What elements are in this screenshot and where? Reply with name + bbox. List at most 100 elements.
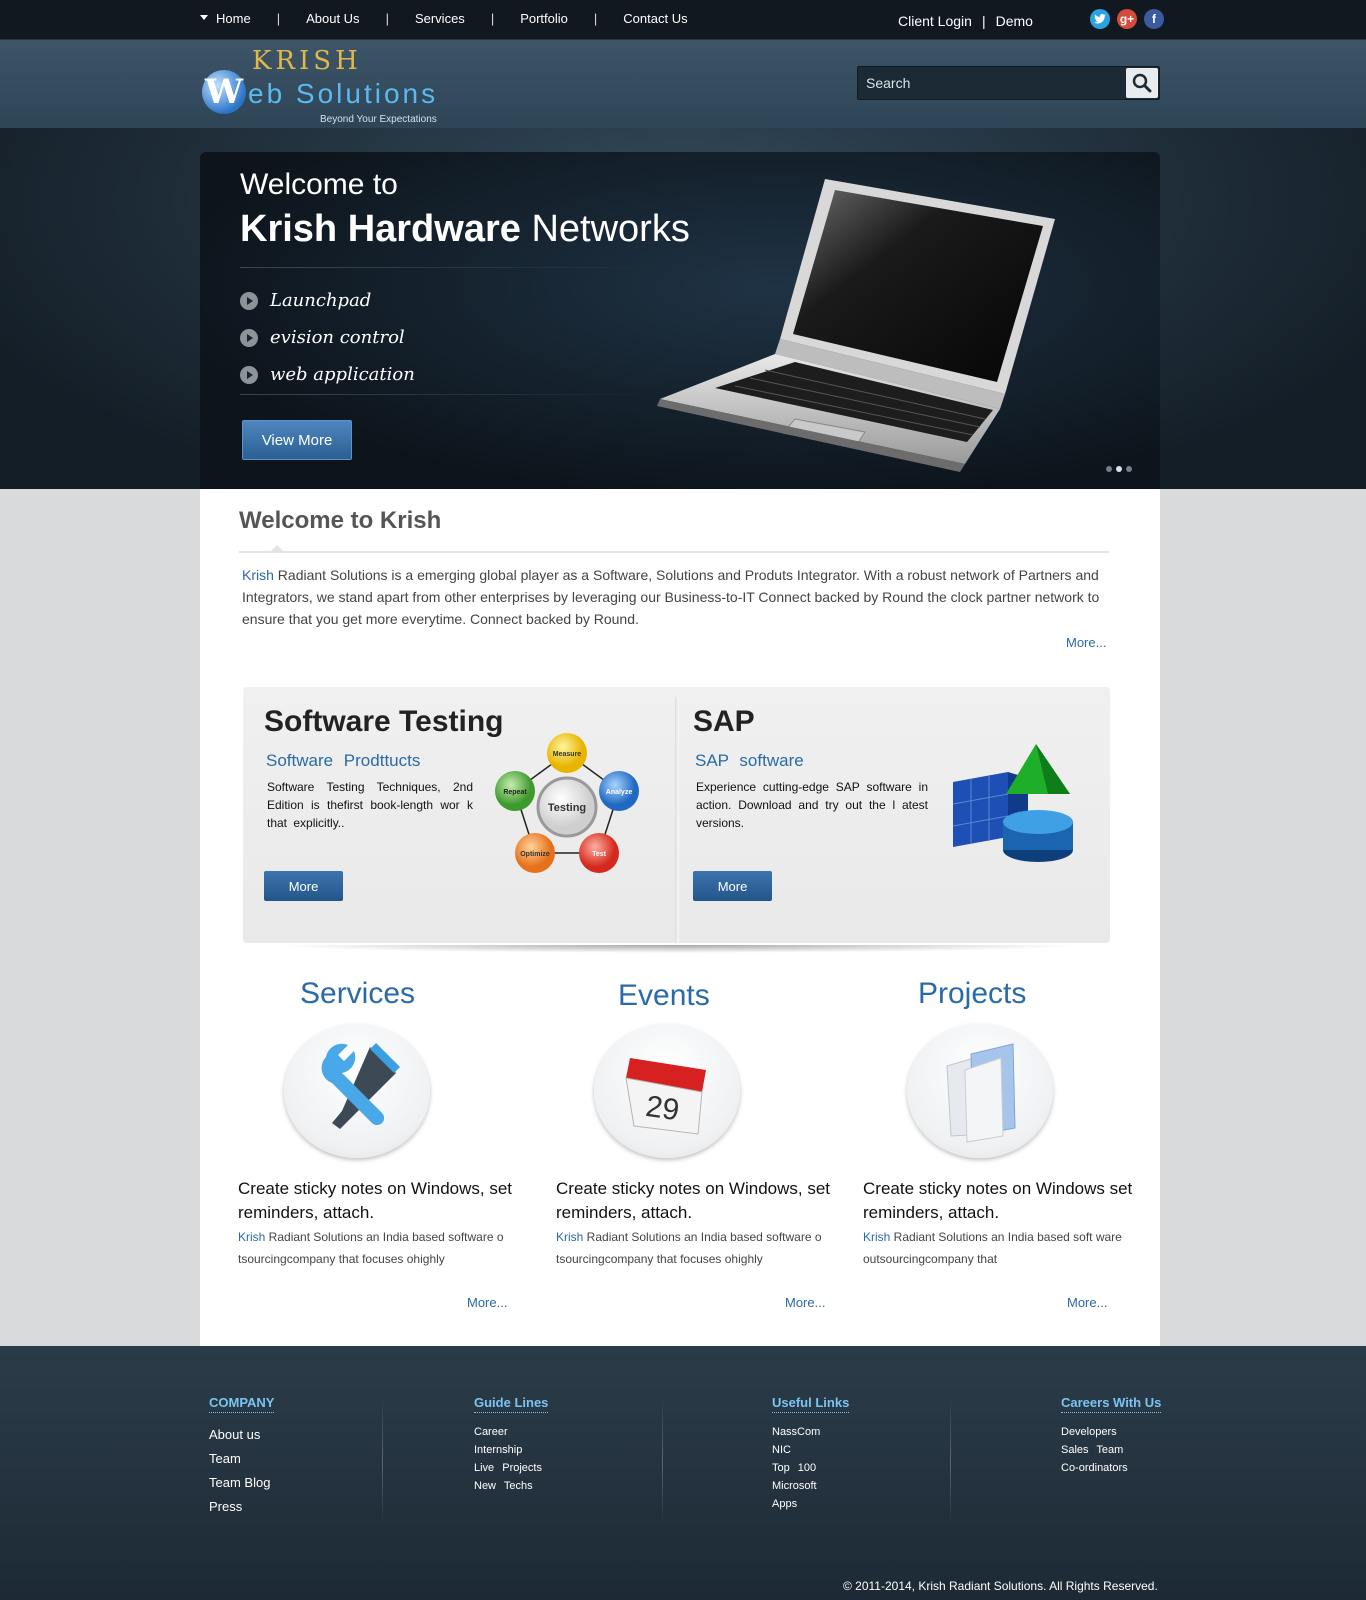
- slide-dot[interactable]: [1126, 466, 1132, 472]
- slider-feature-item: web application: [240, 356, 415, 393]
- footer-careers: Careers With Us Developers Sales Team Co…: [1061, 1394, 1162, 1477]
- search-box: [857, 66, 1160, 100]
- testing-cycle-diagram: Testing Measure Analyze Test Optimize Re…: [495, 733, 639, 873]
- logo-krish-text: KRISH: [252, 46, 362, 76]
- services-text: Krish Radiant Solutions an India based s…: [238, 1226, 528, 1270]
- footer-separator: [662, 1396, 663, 1526]
- main-menu: Home | About Us | Services | Portfolio |…: [200, 11, 688, 26]
- footer-link[interactable]: Team: [209, 1447, 274, 1471]
- nav-home[interactable]: Home: [216, 11, 251, 26]
- projects-text: Krish Radiant Solutions an India based s…: [863, 1226, 1153, 1270]
- software-testing-more-button[interactable]: More: [264, 871, 343, 901]
- footer-company: COMPANY About us Team Team Blog Press: [209, 1394, 275, 1519]
- nav-contact-us[interactable]: Contact Us: [623, 11, 687, 26]
- logo-w-badge: W: [202, 70, 246, 114]
- footer-link[interactable]: NassCom: [772, 1423, 849, 1441]
- footer-link[interactable]: New Techs: [474, 1477, 548, 1495]
- services-heading: Create sticky notes on Windows, set remi…: [238, 1179, 513, 1222]
- sap-database-icon: [952, 744, 1073, 862]
- site-footer: COMPANY About us Team Team Blog Press Gu…: [0, 1346, 1366, 1600]
- events-text-body: Radiant Solutions an India based softwar…: [556, 1230, 822, 1266]
- services-more-link[interactable]: More...: [467, 1295, 507, 1310]
- slider-welcome: Welcome to: [240, 168, 398, 201]
- footer-separator: [382, 1396, 383, 1526]
- projects-text-lead: Krish: [863, 1230, 891, 1244]
- search-input[interactable]: [858, 67, 1120, 99]
- diagram-node-measure: Measure: [553, 751, 582, 758]
- events-heading: Create sticky notes on Windows, set remi…: [556, 1179, 831, 1222]
- site-logo[interactable]: KRISH W eb Solutions Beyond Your Expecta…: [202, 46, 462, 125]
- footer-link[interactable]: NIC: [772, 1441, 849, 1459]
- software-testing-subtitle: Software Prodttucts: [266, 751, 421, 770]
- menu-caret-icon: [200, 15, 208, 20]
- sap-text: Experience cutting-edge SAP software in …: [696, 780, 928, 830]
- view-more-button[interactable]: View More: [242, 420, 352, 460]
- slide-dot[interactable]: [1106, 466, 1112, 472]
- footer-link[interactable]: Team Blog: [209, 1471, 274, 1495]
- footer-link[interactable]: Live Projects: [474, 1459, 548, 1477]
- logo-tagline: Beyond Your Expectations: [320, 114, 437, 125]
- footer-guidelines: Guide Lines Career Internship Live Proje…: [474, 1394, 549, 1495]
- footer-link[interactable]: Career: [474, 1423, 548, 1441]
- calendar-icon: 29: [625, 1058, 706, 1135]
- events-more-link[interactable]: More...: [785, 1295, 825, 1310]
- laptop-image: [657, 179, 1055, 472]
- nav-separator: |: [276, 11, 281, 26]
- services-text-lead: Krish: [238, 1230, 266, 1244]
- footer-link[interactable]: Press: [209, 1495, 274, 1519]
- search-button[interactable]: [1126, 68, 1158, 98]
- footer-link[interactable]: Developers: [1061, 1423, 1161, 1441]
- nav-separator: |: [593, 11, 598, 26]
- footer-link[interactable]: Apps: [772, 1495, 849, 1513]
- facebook-icon[interactable]: f: [1144, 9, 1164, 29]
- sap-more-button[interactable]: More: [693, 871, 772, 901]
- google-plus-icon[interactable]: g+: [1117, 9, 1137, 29]
- footer-link[interactable]: Co-ordinators: [1061, 1459, 1161, 1477]
- diagram-node-repeat: Repeat: [503, 789, 527, 796]
- feature-cards: Software Testing Software Prodttucts Sof…: [243, 687, 1110, 953]
- sap-subtitle: SAP software: [695, 751, 804, 770]
- arrow-bullet-icon: [240, 291, 258, 310]
- slider-feature-label: Launchpad: [270, 290, 372, 311]
- projects-icon-circle[interactable]: [907, 1024, 1053, 1158]
- welcome-more-link[interactable]: More...: [1066, 635, 1106, 650]
- footer-link[interactable]: About us: [209, 1423, 274, 1447]
- projects-more-link[interactable]: More...: [1067, 1295, 1107, 1310]
- nav-separator: |: [490, 11, 495, 26]
- footer-link[interactable]: Sales Team: [1061, 1441, 1161, 1459]
- events-text: Krish Radiant Solutions an India based s…: [556, 1226, 846, 1270]
- card-divider: [675, 697, 679, 943]
- diagram-node-analyze: Analyze: [606, 789, 633, 796]
- slider-feature-list: Launchpad evision control web applicatio…: [240, 282, 415, 393]
- events-icon-circle[interactable]: 29: [594, 1024, 740, 1158]
- footer-link[interactable]: Microsoft: [772, 1477, 849, 1495]
- slide-dot-active[interactable]: [1116, 466, 1122, 472]
- client-login-link[interactable]: Client Login: [898, 13, 972, 29]
- tools-icon: [321, 1043, 400, 1129]
- nav-services[interactable]: Services: [415, 11, 465, 26]
- nav-about-us[interactable]: About Us: [306, 11, 359, 26]
- services-title: Services: [300, 977, 416, 1010]
- slider-title: Krish Hardware Networks: [240, 208, 690, 251]
- footer-link[interactable]: Top 100: [772, 1459, 849, 1477]
- slider-title-bold: Krish Hardware: [240, 208, 521, 250]
- nav-separator: |: [385, 11, 389, 26]
- events-text-lead: Krish: [556, 1230, 584, 1244]
- calendar-day: 29: [644, 1090, 682, 1127]
- footer-useful-links: Useful Links NassCom NIC Top 100 Microso…: [772, 1394, 850, 1513]
- twitter-icon[interactable]: [1090, 9, 1110, 29]
- diagram-node-test: Test: [592, 851, 607, 858]
- welcome-divider: [239, 545, 1109, 553]
- demo-link[interactable]: Demo: [996, 13, 1033, 29]
- services-icon-circle[interactable]: [284, 1024, 430, 1158]
- nav-separator: |: [981, 13, 986, 29]
- events-title: Events: [618, 979, 710, 1012]
- nav-portfolio[interactable]: Portfolio: [520, 11, 568, 26]
- sap-title: SAP: [693, 705, 755, 738]
- footer-link[interactable]: Internship: [474, 1441, 548, 1459]
- slider-divider: [240, 267, 660, 268]
- arrow-bullet-icon: [240, 328, 258, 347]
- folder-icon: [946, 1043, 1016, 1143]
- projects-title: Projects: [918, 977, 1027, 1010]
- projects-text-body: Radiant Solutions an India based soft wa…: [863, 1230, 1122, 1266]
